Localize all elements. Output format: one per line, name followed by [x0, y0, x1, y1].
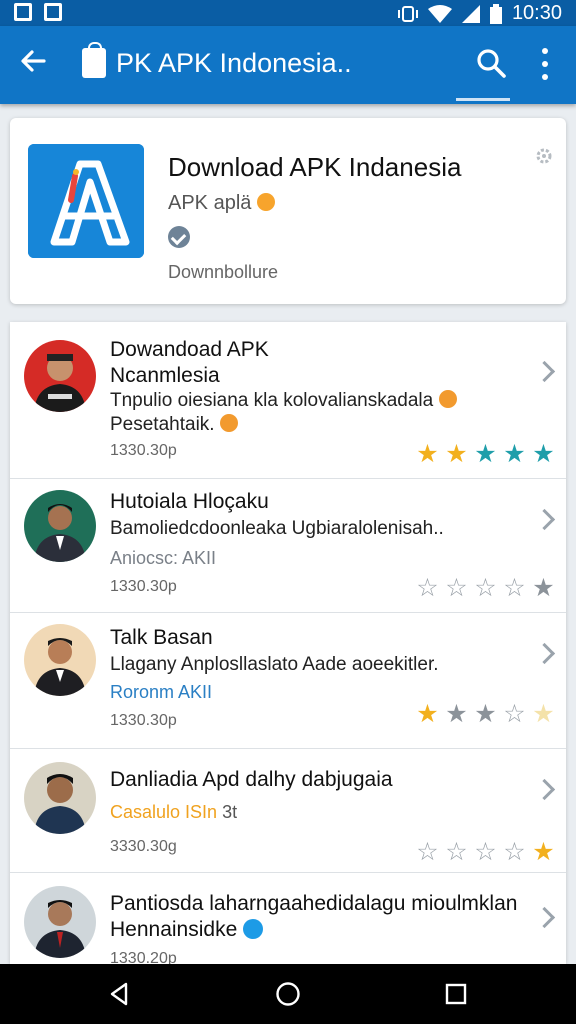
star-icon: ☆ [416, 574, 439, 602]
app-logo [28, 144, 144, 258]
shopping-bag-icon [82, 42, 106, 78]
app-bar-title: PK APK Indonesia.. [116, 48, 352, 78]
app-name: Download APK Indanesia [168, 152, 462, 182]
app-subtitle-text: APK aplä [168, 192, 252, 214]
verified-icon [243, 919, 264, 939]
avatar [24, 624, 96, 696]
review-secondary: Aniocsc: AKII [110, 548, 217, 568]
star-icon: ☆ [503, 838, 526, 866]
review-title: Dowandoad APK [110, 338, 269, 361]
star-icon: ☆ [445, 574, 468, 602]
star-icon: ☆ [503, 574, 526, 602]
battery-icon [489, 3, 502, 24]
rating-stars: ★ ★ ★ ☆ ★ [415, 702, 556, 727]
app-info-card[interactable]: Download APK Indanesia APK aplä Downnbol… [10, 118, 566, 304]
review-date: 3330.30g [110, 838, 177, 855]
search-tab-indicator [456, 98, 510, 101]
review-date: 1330.30p [110, 578, 177, 595]
star-icon: ★ [532, 838, 555, 866]
star-icon: ★ [445, 700, 468, 728]
rating-stars: ☆ ☆ ☆ ☆ ★ [415, 576, 556, 601]
star-icon: ★ [532, 574, 555, 602]
chevron-icon[interactable] [533, 360, 556, 383]
review-body-text: Hennainsidke [110, 918, 238, 941]
star-icon: ★ [474, 440, 497, 468]
downloads-label: Downnbollure [168, 262, 279, 282]
list-item[interactable]: Dowandoad APK Ncanmlesia Tnpulio oiesian… [10, 322, 566, 479]
app-subtitle: APK aplä [168, 192, 276, 215]
home-circle-icon[interactable] [274, 980, 302, 1008]
recents-square-icon[interactable] [442, 980, 470, 1008]
star-icon: ☆ [474, 838, 497, 866]
list-item[interactable]: Hutoiala Hloçaku Bamoliedcdoonleaka Ugbi… [10, 478, 566, 613]
chevron-icon[interactable] [533, 906, 556, 929]
review-body-text: Tnpulio oiesiana kla kolovalianskadala [110, 390, 434, 411]
heart-emoji-icon [219, 414, 238, 432]
signal-icon [461, 4, 480, 23]
star-icon: ★ [532, 700, 555, 728]
avatar [24, 762, 96, 834]
review-title-line2: Ncanmlesia [110, 364, 220, 387]
heart-emoji-icon [438, 390, 457, 408]
review-secondary: Roronm AKII [110, 682, 213, 702]
vibrate-icon [397, 5, 418, 22]
review-title: Danliadia Apd dalhy dabjugaia [110, 768, 393, 791]
review-body: Hennainsidke [110, 918, 264, 942]
review-title: Hutoiala Hloçaku [110, 490, 269, 513]
star-icon: ☆ [445, 838, 468, 866]
review-title: Pantiosda laharngaahedidalagu mioulmklan [110, 892, 518, 915]
navigation-bar [0, 964, 576, 1024]
chevron-icon[interactable] [533, 778, 556, 801]
avatar [24, 490, 96, 562]
star-icon: ★ [503, 440, 526, 468]
star-icon: ☆ [503, 700, 526, 728]
list-item[interactable]: Danliadia Apd dalhy dabjugaia Casalulo I… [10, 748, 566, 873]
review-secondary: Casalulo ISIn 3t [110, 802, 237, 823]
image-notification-icon [44, 3, 62, 21]
rating-stars: ★ ★ ★ ★ ★ [415, 442, 556, 467]
review-body: Tnpulio oiesiana kla kolovalianskadala [110, 390, 457, 412]
review-title: Talk Basan [110, 626, 213, 649]
review-date: 1330.30p [110, 712, 177, 729]
verified-icon [168, 226, 190, 248]
status-time: 10:30 [511, 2, 562, 24]
star-icon: ★ [445, 440, 468, 468]
emoji-icon [257, 193, 276, 211]
star-icon: ★ [416, 440, 439, 468]
review-secondary-extra: 3t [222, 802, 238, 822]
avatar [24, 340, 96, 412]
gallery-notification-icon [14, 3, 32, 21]
chevron-icon[interactable] [533, 642, 556, 665]
list-item[interactable]: Talk Basan Llagany Anplosllaslato Aade a… [10, 612, 566, 749]
review-secondary-text: Casalulo ISIn [110, 802, 218, 822]
avatar [24, 886, 96, 958]
rating-stars: ☆ ☆ ☆ ☆ ★ [415, 840, 556, 865]
review-date: 1330.30p [110, 442, 177, 459]
review-body-line2: Pesetahtaik. [110, 414, 238, 436]
review-body: Llagany Anplosllaslato Aade aoeekitler. [110, 654, 439, 675]
wifi-icon [427, 4, 452, 23]
settings-gear-icon[interactable] [534, 146, 554, 166]
more-options-icon[interactable] [538, 48, 552, 80]
list-item[interactable]: Pantiosda laharngaahedidalagu mioulmklan… [10, 872, 566, 964]
review-body: Bamoliedcdoonleaka Ugbiaralolenisah.. [110, 518, 444, 539]
app-bar: PK APK Indonesia.. [0, 26, 576, 104]
back-arrow-icon[interactable] [18, 46, 48, 83]
star-icon: ☆ [416, 838, 439, 866]
status-bar: 10:30 [0, 0, 576, 26]
chevron-icon[interactable] [533, 508, 556, 531]
review-list: Dowandoad APK Ncanmlesia Tnpulio oiesian… [10, 322, 566, 964]
star-icon: ★ [474, 700, 497, 728]
search-icon[interactable] [474, 46, 508, 80]
star-icon: ★ [416, 700, 439, 728]
review-date: 1330.20p [110, 950, 177, 964]
star-icon: ★ [532, 440, 555, 468]
back-triangle-icon[interactable] [106, 980, 134, 1008]
star-icon: ☆ [474, 574, 497, 602]
review-body-text-2: Pesetahtaik. [110, 414, 215, 435]
